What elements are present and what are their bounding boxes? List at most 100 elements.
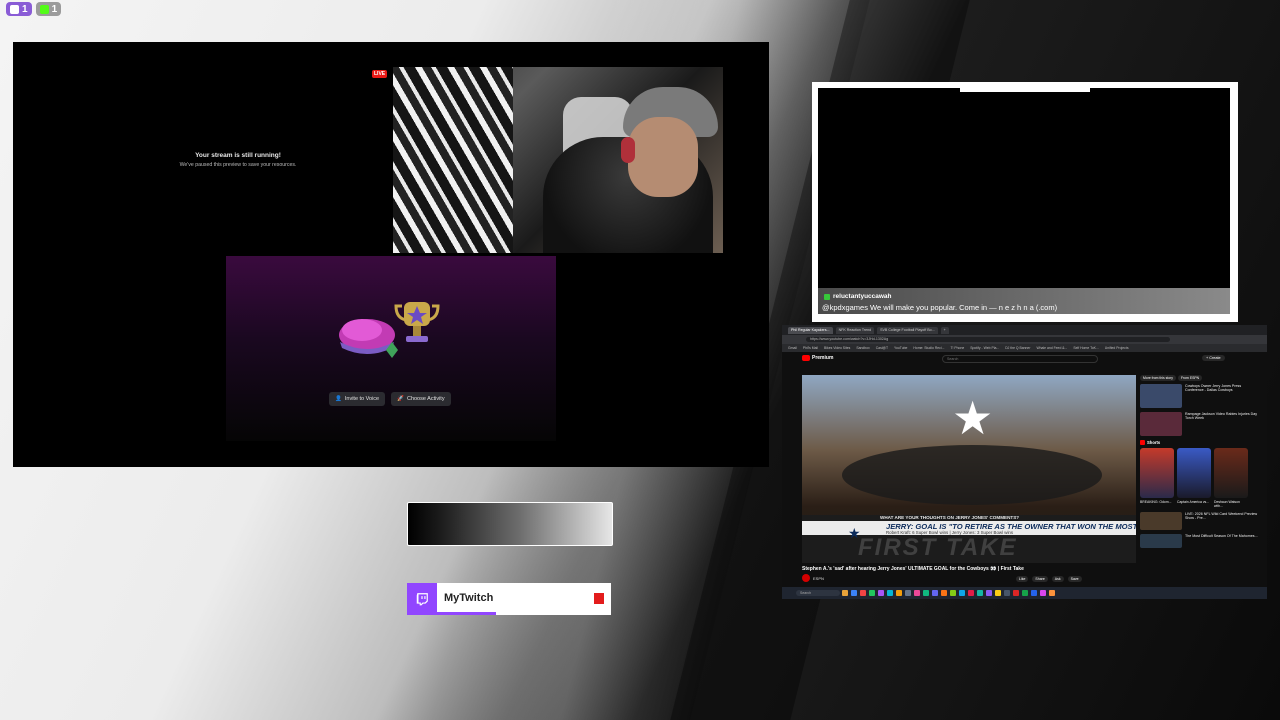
kick-icon bbox=[39, 4, 49, 14]
bookmark-item[interactable]: Sandbox bbox=[856, 346, 869, 350]
channel-name: ESPN bbox=[813, 575, 824, 581]
taskbar-app-icon[interactable] bbox=[842, 590, 848, 596]
bookmark-item[interactable]: YouTube bbox=[894, 346, 907, 350]
webcam-feed bbox=[393, 67, 723, 253]
create-button[interactable]: + Create bbox=[1202, 355, 1225, 361]
short-item[interactable]: Captain America vs... bbox=[1177, 448, 1211, 508]
stream-paused-title: Your stream is still running! bbox=[195, 152, 281, 159]
new-tab-button[interactable]: + bbox=[940, 326, 949, 334]
channel-info[interactable]: ESPN bbox=[802, 574, 824, 582]
bookmark-item[interactable]: DJ the Q Banner bbox=[1005, 346, 1030, 350]
show-title: FIRST TAKE bbox=[858, 534, 1018, 561]
taskbar-app-icon[interactable] bbox=[923, 590, 929, 596]
taskbar-app-icon[interactable] bbox=[941, 590, 947, 596]
taskbar-app-icon[interactable] bbox=[896, 590, 902, 596]
youtube-logo[interactable]: Premium bbox=[802, 355, 833, 361]
taskbar-app-icon[interactable] bbox=[860, 590, 866, 596]
channel-avatar bbox=[802, 574, 810, 582]
share-button[interactable]: Share bbox=[1032, 576, 1048, 582]
taskbar-app-icon[interactable] bbox=[950, 590, 956, 596]
bookmark-item[interactable]: Home: Studio Reci... bbox=[913, 346, 944, 350]
like-button[interactable]: Like bbox=[1016, 576, 1029, 582]
recommended-video[interactable]: The Most Difficult Season Of The Mahomes… bbox=[1140, 534, 1260, 548]
shorts-row: BREAKING: Odom... Captain America vs... … bbox=[1140, 448, 1260, 508]
twitch-name-widget: MyTwitch bbox=[407, 583, 611, 615]
taskbar-app-icon[interactable] bbox=[869, 590, 875, 596]
discord-capture-panel: Your stream is still running! We've paus… bbox=[13, 42, 769, 467]
lower-third-graphic: WHAT ARE YOUR THOUGHTS ON JERRY JONES' C… bbox=[802, 515, 1136, 563]
browser-capture: Phil Regular Kayakers... NFK Reaction Tr… bbox=[782, 325, 1267, 599]
bookmark-item[interactable]: Unified Projects bbox=[1105, 346, 1129, 350]
taskbar-app-icon[interactable] bbox=[1040, 590, 1046, 596]
video-player[interactable]: ★ WHAT ARE YOUR THOUGHTS ON JERRY JONES'… bbox=[802, 375, 1136, 563]
taskbar-search[interactable]: Search bbox=[796, 590, 840, 596]
taskbar-app-icon[interactable] bbox=[1022, 590, 1028, 596]
trophy-illustration-icon bbox=[339, 302, 440, 358]
sidebar-chips: More from this story From ESPN bbox=[1140, 375, 1260, 381]
browser-tab[interactable]: NFK Reaction Trend bbox=[835, 326, 875, 334]
address-bar[interactable]: https://www.youtube.com/watch?v=3JHd-130… bbox=[806, 337, 1170, 342]
short-label: BREAKING: Odom... bbox=[1140, 500, 1172, 504]
webcam-wall-decor bbox=[393, 67, 513, 253]
taskbar-app-icon[interactable] bbox=[968, 590, 974, 596]
short-label: Deshaun Watson with... bbox=[1214, 500, 1240, 508]
cowboys-star-icon: ★ bbox=[952, 392, 994, 444]
chip[interactable]: From ESPN bbox=[1177, 375, 1203, 381]
bookmark-item[interactable]: Bikes Video Sites bbox=[824, 346, 850, 350]
bookmark-item[interactable]: Self Home ToK... bbox=[1073, 346, 1098, 350]
video-thumbnail bbox=[1140, 384, 1182, 408]
ask-button[interactable]: Ask bbox=[1051, 576, 1064, 582]
stream-paused-subtitle: We've paused this preview to save your r… bbox=[179, 162, 297, 168]
bookmark-item[interactable]: Phil's Mail bbox=[803, 346, 818, 350]
chat-notch bbox=[960, 88, 1090, 92]
recommended-title: Cowboys Owner Jerry Jones Press Conferen… bbox=[1185, 384, 1242, 393]
recommended-video[interactable]: Rampage Jackson Video Rabies Injuries Da… bbox=[1140, 412, 1260, 436]
chat-overlay: reluctantyuccawah @kpdxgames We will mak… bbox=[812, 82, 1238, 322]
taskbar-app-icon[interactable] bbox=[959, 590, 965, 596]
browser-toolbar: https://www.youtube.com/watch?v=3JHd-130… bbox=[782, 335, 1267, 344]
choose-activity-button[interactable]: 🚀 Choose Activity bbox=[391, 392, 451, 406]
browser-tab[interactable]: SVB College Football Playoff Bo... bbox=[877, 326, 938, 334]
save-button[interactable]: Save bbox=[1067, 576, 1082, 582]
bookmark-item[interactable]: Whale and Feed &... bbox=[1036, 346, 1067, 350]
youtube-search-input[interactable]: Search bbox=[942, 355, 1098, 363]
taskbar-app-icon[interactable] bbox=[905, 590, 911, 596]
twitch-viewer-badge: 1 bbox=[6, 2, 32, 16]
recommended-title: The Most Difficult Season Of The Mahomes… bbox=[1185, 534, 1258, 538]
kick-viewer-badge: 1 bbox=[35, 2, 62, 16]
taskbar-app-icon[interactable] bbox=[914, 590, 920, 596]
taskbar-app-icon[interactable] bbox=[851, 590, 857, 596]
activity-buttons: 👤 Invite to Voice 🚀 Choose Activity bbox=[329, 392, 451, 406]
chip[interactable]: More from this story bbox=[1140, 375, 1176, 381]
taskbar-app-icon[interactable] bbox=[878, 590, 884, 596]
voice-activity-panel: 👤 Invite to Voice 🚀 Choose Activity bbox=[226, 256, 556, 441]
taskbar-app-icon[interactable] bbox=[986, 590, 992, 596]
taskbar-app-icon[interactable] bbox=[977, 590, 983, 596]
bookmark-item[interactable]: T! Phone bbox=[950, 346, 964, 350]
taskbar-app-icon[interactable] bbox=[932, 590, 938, 596]
taskbar-app-icon[interactable] bbox=[995, 590, 1001, 596]
taskbar-app-icon[interactable] bbox=[1031, 590, 1037, 596]
taskbar-app-icon[interactable] bbox=[1049, 590, 1055, 596]
short-item[interactable]: BREAKING: Odom... bbox=[1140, 448, 1174, 508]
user-plus-icon: 👤 bbox=[335, 396, 342, 402]
platform-badges: 1 1 bbox=[6, 2, 62, 16]
taskbar-app-icons bbox=[842, 590, 1055, 596]
bookmark-item[interactable]: Casl@T bbox=[876, 346, 888, 350]
recommended-video[interactable]: Cowboys Owner Jerry Jones Press Conferen… bbox=[1140, 384, 1260, 408]
video-thumbnail bbox=[1140, 412, 1182, 436]
taskbar-app-icon[interactable] bbox=[1004, 590, 1010, 596]
recommended-title: Rampage Jackson Video Rabies Injuries Da… bbox=[1185, 412, 1258, 421]
short-item[interactable]: Deshaun Watson with... bbox=[1214, 448, 1248, 508]
recommended-video[interactable]: LIVE: 2026 NFL Wild Card Weekend Preview… bbox=[1140, 512, 1260, 530]
chat-badge-icon bbox=[824, 293, 830, 300]
youtube-brand-label: Premium bbox=[812, 355, 834, 361]
invite-to-voice-button[interactable]: 👤 Invite to Voice bbox=[329, 392, 386, 406]
bookmark-item[interactable]: Spotify - Web Pla... bbox=[970, 346, 999, 350]
bookmark-item[interactable]: Gmail bbox=[788, 346, 797, 350]
taskbar-app-icon[interactable] bbox=[1013, 590, 1019, 596]
taskbar-app-icon[interactable] bbox=[887, 590, 893, 596]
short-thumbnail bbox=[1140, 448, 1174, 498]
browser-tab[interactable]: Phil Regular Kayakers... bbox=[788, 326, 833, 334]
video-actions: Like Share Ask Save bbox=[1016, 576, 1082, 582]
